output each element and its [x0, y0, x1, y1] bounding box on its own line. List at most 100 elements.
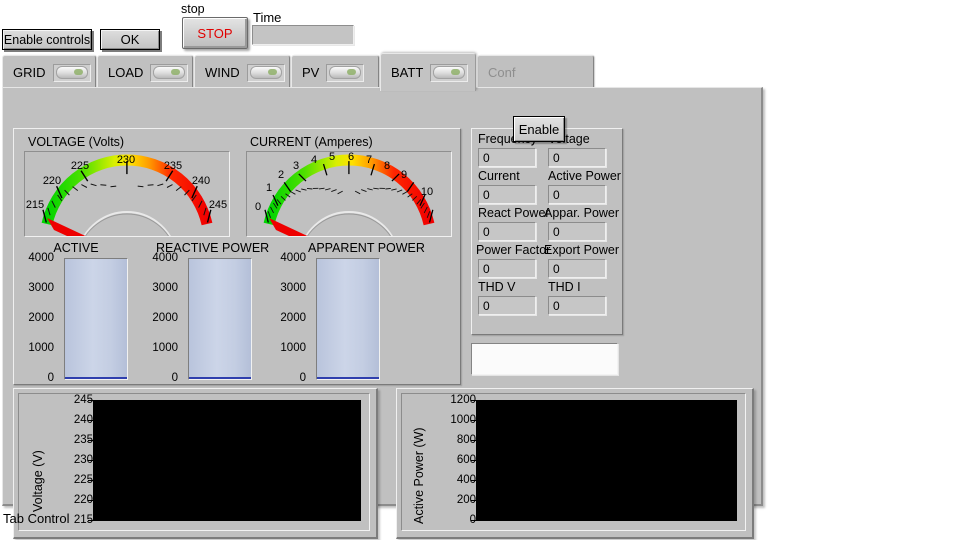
thd-v-label: THD V — [478, 280, 516, 294]
active-power-bar: ACTIVE 4000 3000 2000 1000 0 — [20, 241, 132, 384]
export-power-label: Export Power — [544, 243, 620, 257]
current-gauge: CURRENT (Amperes) 0 1 2 3 4 5 6 7 8 9 10 — [242, 133, 454, 238]
tab-pv-label: PV — [302, 65, 320, 80]
bar-tick-label: 2000 — [152, 312, 178, 324]
tab-load-label: LOAD — [108, 65, 144, 80]
svg-text:4: 4 — [311, 154, 317, 166]
time-field[interactable] — [252, 25, 354, 45]
bar-tick-label: 1000 — [28, 342, 54, 354]
reactive-power-bar-level — [189, 377, 251, 379]
grid-boolean-led[interactable] — [52, 63, 91, 82]
enable-controls-label: Enable controls — [3, 32, 91, 47]
tab-pv[interactable]: PV — [291, 55, 379, 89]
bar-tick-label: 2000 — [280, 312, 306, 324]
svg-text:235: 235 — [164, 160, 182, 172]
svg-text:7: 7 — [366, 154, 372, 166]
bar-tick-label: 4000 — [28, 252, 54, 264]
voltage-gauge-title: VOLTAGE (Volts) — [28, 135, 125, 149]
stop-button[interactable]: STOP — [182, 17, 248, 49]
svg-text:225: 225 — [71, 160, 89, 172]
active-power-label: Active Power — [548, 169, 621, 183]
active-power-bar-body[interactable] — [64, 258, 128, 380]
tab-control-status-label: Tab Control — [3, 511, 70, 526]
string-indicator[interactable] — [471, 343, 618, 375]
wind-boolean-led[interactable] — [246, 63, 285, 82]
svg-text:3: 3 — [293, 160, 299, 172]
active-power-plot-area[interactable] — [476, 400, 737, 521]
svg-text:1: 1 — [266, 182, 272, 194]
bar-tick-label: 2000 — [28, 312, 54, 324]
voltage-gauge: VOLTAGE (Volts) 215 220 225 230 235 240 … — [20, 133, 235, 238]
svg-text:6: 6 — [348, 152, 354, 163]
thd-i-field[interactable]: 0 — [548, 296, 606, 315]
active-power-chart: Active Power (W) 1200 1000 800 600 400 2… — [396, 388, 754, 539]
bar-tick-label: 0 — [299, 372, 306, 384]
voltage-chart-ylabel: Voltage (V) — [31, 450, 45, 512]
power-factor-label: Power Factor — [476, 243, 551, 257]
voltage-field[interactable]: 0 — [548, 148, 606, 167]
appar-power-label: Appar. Power — [544, 206, 620, 220]
tab-wind[interactable]: WIND — [194, 55, 290, 89]
tab-conf-label: Conf — [488, 65, 516, 80]
tab-conf[interactable]: Conf — [477, 55, 594, 89]
enable-button[interactable]: Enable — [513, 116, 565, 142]
current-field[interactable]: 0 — [478, 185, 536, 204]
batt-boolean-led[interactable] — [430, 63, 469, 82]
svg-text:230: 230 — [117, 154, 135, 166]
frequency-field[interactable]: 0 — [478, 148, 536, 167]
apparent-power-bar-axis: 4000 3000 2000 1000 0 — [272, 252, 316, 384]
tab-control[interactable]: GRID LOAD WIND PV BATT Conf Enable VOLTA… — [2, 53, 763, 539]
bar-tick-label: 3000 — [152, 282, 178, 294]
tab-load[interactable]: LOAD — [97, 55, 193, 89]
apparent-power-bar: APPARENT POWER 4000 3000 2000 1000 0 — [272, 241, 452, 384]
svg-text:8: 8 — [384, 160, 390, 172]
tab-batt[interactable]: BATT — [380, 53, 476, 91]
current-gauge-face[interactable]: 0 1 2 3 4 5 6 7 8 9 10 — [246, 151, 452, 237]
active-power-chart-inner: Active Power (W) 1200 1000 800 600 400 2… — [401, 393, 746, 531]
ok-button[interactable]: OK — [100, 29, 160, 50]
measurement-cluster: VOLTAGE (Volts) 215 220 225 230 235 240 … — [13, 128, 461, 385]
bar-tick-label: 1000 — [280, 342, 306, 354]
bar-tick-label: 0 — [47, 372, 54, 384]
thd-v-field[interactable]: 0 — [478, 296, 536, 315]
svg-text:9: 9 — [401, 169, 407, 181]
active-power-field[interactable]: 0 — [548, 185, 606, 204]
appar-power-field[interactable]: 0 — [548, 222, 606, 241]
voltage-chart-inner: Voltage (V) 245 240 235 230 225 220 215 — [18, 393, 370, 531]
current-gauge-title: CURRENT (Amperes) — [250, 135, 373, 149]
stop-label: STOP — [197, 25, 233, 41]
load-boolean-led[interactable] — [150, 63, 189, 82]
active-power-chart-ylabel: Active Power (W) — [412, 427, 426, 524]
svg-text:5: 5 — [329, 152, 335, 163]
react-power-label: React Power — [478, 206, 550, 220]
reactive-power-bar-body[interactable] — [188, 258, 252, 380]
react-power-field[interactable]: 0 — [478, 222, 536, 241]
thd-i-label: THD I — [548, 280, 581, 294]
tab-grid-label: GRID — [13, 65, 46, 80]
enable-controls-button[interactable]: Enable controls — [2, 29, 92, 50]
power-factor-field[interactable]: 0 — [478, 259, 536, 278]
voltage-gauge-face[interactable]: 215 220 225 230 235 240 245 — [24, 151, 230, 237]
apparent-power-bar-title: APPARENT POWER — [308, 241, 425, 255]
pv-boolean-led[interactable] — [326, 63, 365, 82]
current-label: Current — [478, 169, 520, 183]
reactive-power-bar-axis: 4000 3000 2000 1000 0 — [144, 252, 188, 384]
bar-tick-label: 1000 — [152, 342, 178, 354]
export-power-field[interactable]: 0 — [548, 259, 606, 278]
active-power-bar-axis: 4000 3000 2000 1000 0 — [20, 252, 64, 384]
tab-grid[interactable]: GRID — [2, 55, 96, 89]
svg-text:2: 2 — [278, 169, 284, 181]
enable-button-label: Enable — [518, 121, 560, 137]
voltage-plot-area[interactable] — [93, 400, 361, 521]
tab-wind-label: WIND — [205, 65, 240, 80]
bar-tick-label: 3000 — [280, 282, 306, 294]
bar-tick-label: 4000 — [152, 252, 178, 264]
active-power-bar-level — [65, 377, 127, 379]
time-caption: Time — [253, 10, 282, 25]
tab-batt-label: BATT — [391, 65, 424, 80]
bar-tick-label: 0 — [171, 372, 178, 384]
apparent-power-bar-body[interactable] — [316, 258, 380, 380]
svg-text:220: 220 — [43, 175, 61, 187]
apparent-power-bar-level — [317, 377, 379, 379]
svg-text:10: 10 — [421, 186, 433, 198]
